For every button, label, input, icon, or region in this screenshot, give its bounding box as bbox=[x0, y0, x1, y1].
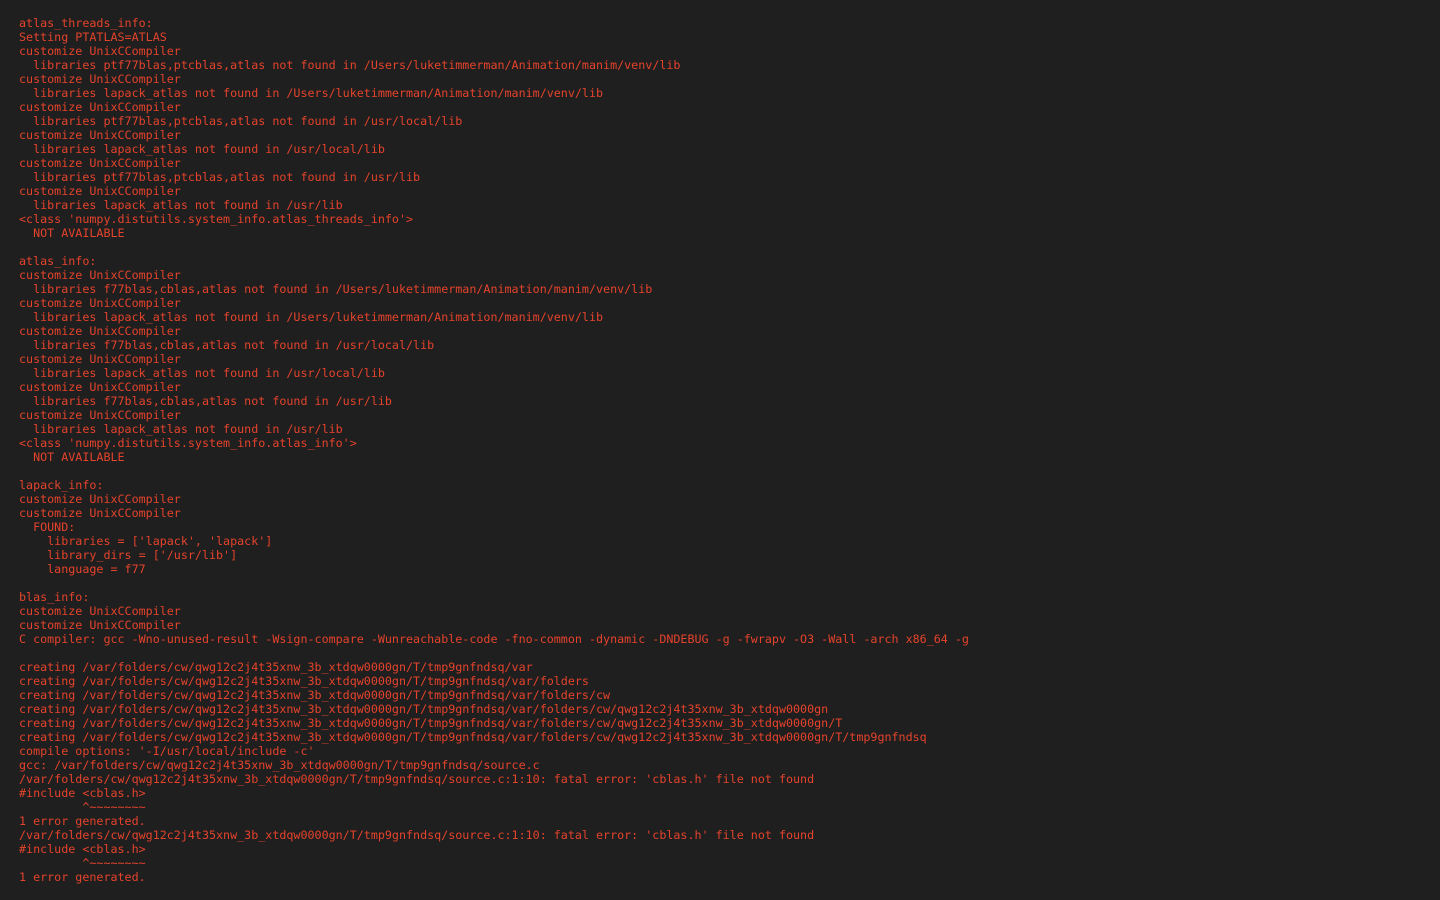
output-line: libraries f77blas,cblas,atlas not found … bbox=[19, 338, 435, 352]
output-line: blas_info: bbox=[19, 590, 90, 604]
output-line: customize UnixCCompiler bbox=[19, 324, 181, 338]
output-line: creating /var/folders/cw/qwg12c2j4t35xnw… bbox=[19, 702, 829, 716]
output-line: creating /var/folders/cw/qwg12c2j4t35xnw… bbox=[19, 660, 533, 674]
output-line: libraries lapack_atlas not found in /usr… bbox=[19, 366, 385, 380]
output-line: customize UnixCCompiler bbox=[19, 296, 181, 310]
terminal-window[interactable]: atlas_threads_info: Setting PTATLAS=ATLAS… bbox=[0, 0, 1440, 900]
output-line: language = f77 bbox=[19, 562, 146, 576]
output-line: libraries = ['lapack', 'lapack'] bbox=[19, 534, 273, 548]
output-line: NOT AVAILABLE bbox=[19, 450, 125, 464]
output-line: 1 error generated. bbox=[19, 814, 146, 828]
output-line: libraries ptf77blas,ptcblas,atlas not fo… bbox=[19, 114, 463, 128]
output-line: customize UnixCCompiler bbox=[19, 380, 181, 394]
output-line: ^~~~~~~~~ bbox=[19, 856, 146, 870]
output-line: customize UnixCCompiler bbox=[19, 618, 181, 632]
output-line: customize UnixCCompiler bbox=[19, 44, 181, 58]
output-line: C compiler: gcc -Wno-unused-result -Wsig… bbox=[19, 632, 969, 646]
output-line: FOUND: bbox=[19, 520, 76, 534]
output-line: libraries lapack_atlas not found in /usr… bbox=[19, 142, 385, 156]
output-line: creating /var/folders/cw/qwg12c2j4t35xnw… bbox=[19, 730, 927, 744]
output-line: creating /var/folders/cw/qwg12c2j4t35xnw… bbox=[19, 688, 611, 702]
output-line: customize UnixCCompiler bbox=[19, 268, 181, 282]
output-line: 1 error generated. bbox=[19, 870, 146, 884]
output-line: gcc: /var/folders/cw/qwg12c2j4t35xnw_3b_… bbox=[19, 758, 540, 772]
output-line: creating /var/folders/cw/qwg12c2j4t35xnw… bbox=[19, 716, 843, 730]
output-line: libraries ptf77blas,ptcblas,atlas not fo… bbox=[19, 170, 421, 184]
output-line: /var/folders/cw/qwg12c2j4t35xnw_3b_xtdqw… bbox=[19, 772, 815, 786]
output-line: atlas_threads_info: bbox=[19, 16, 153, 30]
output-line: #include <cblas.h> bbox=[19, 842, 146, 856]
output-line: customize UnixCCompiler bbox=[19, 184, 181, 198]
output-line: customize UnixCCompiler bbox=[19, 72, 181, 86]
output-line: customize UnixCCompiler bbox=[19, 100, 181, 114]
output-line: customize UnixCCompiler bbox=[19, 492, 181, 506]
output-line: customize UnixCCompiler bbox=[19, 408, 181, 422]
output-line: libraries lapack_atlas not found in /usr… bbox=[19, 198, 343, 212]
output-line: #include <cblas.h> bbox=[19, 786, 146, 800]
output-line: <class 'numpy.distutils.system_info.atla… bbox=[19, 436, 357, 450]
output-line: libraries f77blas,cblas,atlas not found … bbox=[19, 394, 392, 408]
output-line: <class 'numpy.distutils.system_info.atla… bbox=[19, 212, 414, 226]
output-line: Setting PTATLAS=ATLAS bbox=[19, 30, 167, 44]
output-line: /var/folders/cw/qwg12c2j4t35xnw_3b_xtdqw… bbox=[19, 828, 815, 842]
output-line: customize UnixCCompiler bbox=[19, 506, 181, 520]
output-line: libraries ptf77blas,ptcblas,atlas not fo… bbox=[19, 58, 681, 72]
output-line: libraries f77blas,cblas,atlas not found … bbox=[19, 282, 653, 296]
output-line: compile options: '-I/usr/local/include -… bbox=[19, 744, 315, 758]
output-line: customize UnixCCompiler bbox=[19, 352, 181, 366]
output-line: customize UnixCCompiler bbox=[19, 128, 181, 142]
output-line: library_dirs = ['/usr/lib'] bbox=[19, 548, 238, 562]
output-line: creating /var/folders/cw/qwg12c2j4t35xnw… bbox=[19, 674, 589, 688]
output-line: customize UnixCCompiler bbox=[19, 156, 181, 170]
output-line: libraries lapack_atlas not found in /Use… bbox=[19, 86, 604, 100]
output-line: libraries lapack_atlas not found in /Use… bbox=[19, 310, 604, 324]
output-line: customize UnixCCompiler bbox=[19, 604, 181, 618]
output-line: NOT AVAILABLE bbox=[19, 226, 125, 240]
output-line: libraries lapack_atlas not found in /usr… bbox=[19, 422, 343, 436]
output-line: lapack_info: bbox=[19, 478, 104, 492]
output-line: atlas_info: bbox=[19, 254, 97, 268]
output-line: ^~~~~~~~~ bbox=[19, 800, 146, 814]
terminal-output: atlas_threads_info: Setting PTATLAS=ATLAS… bbox=[19, 16, 1440, 884]
